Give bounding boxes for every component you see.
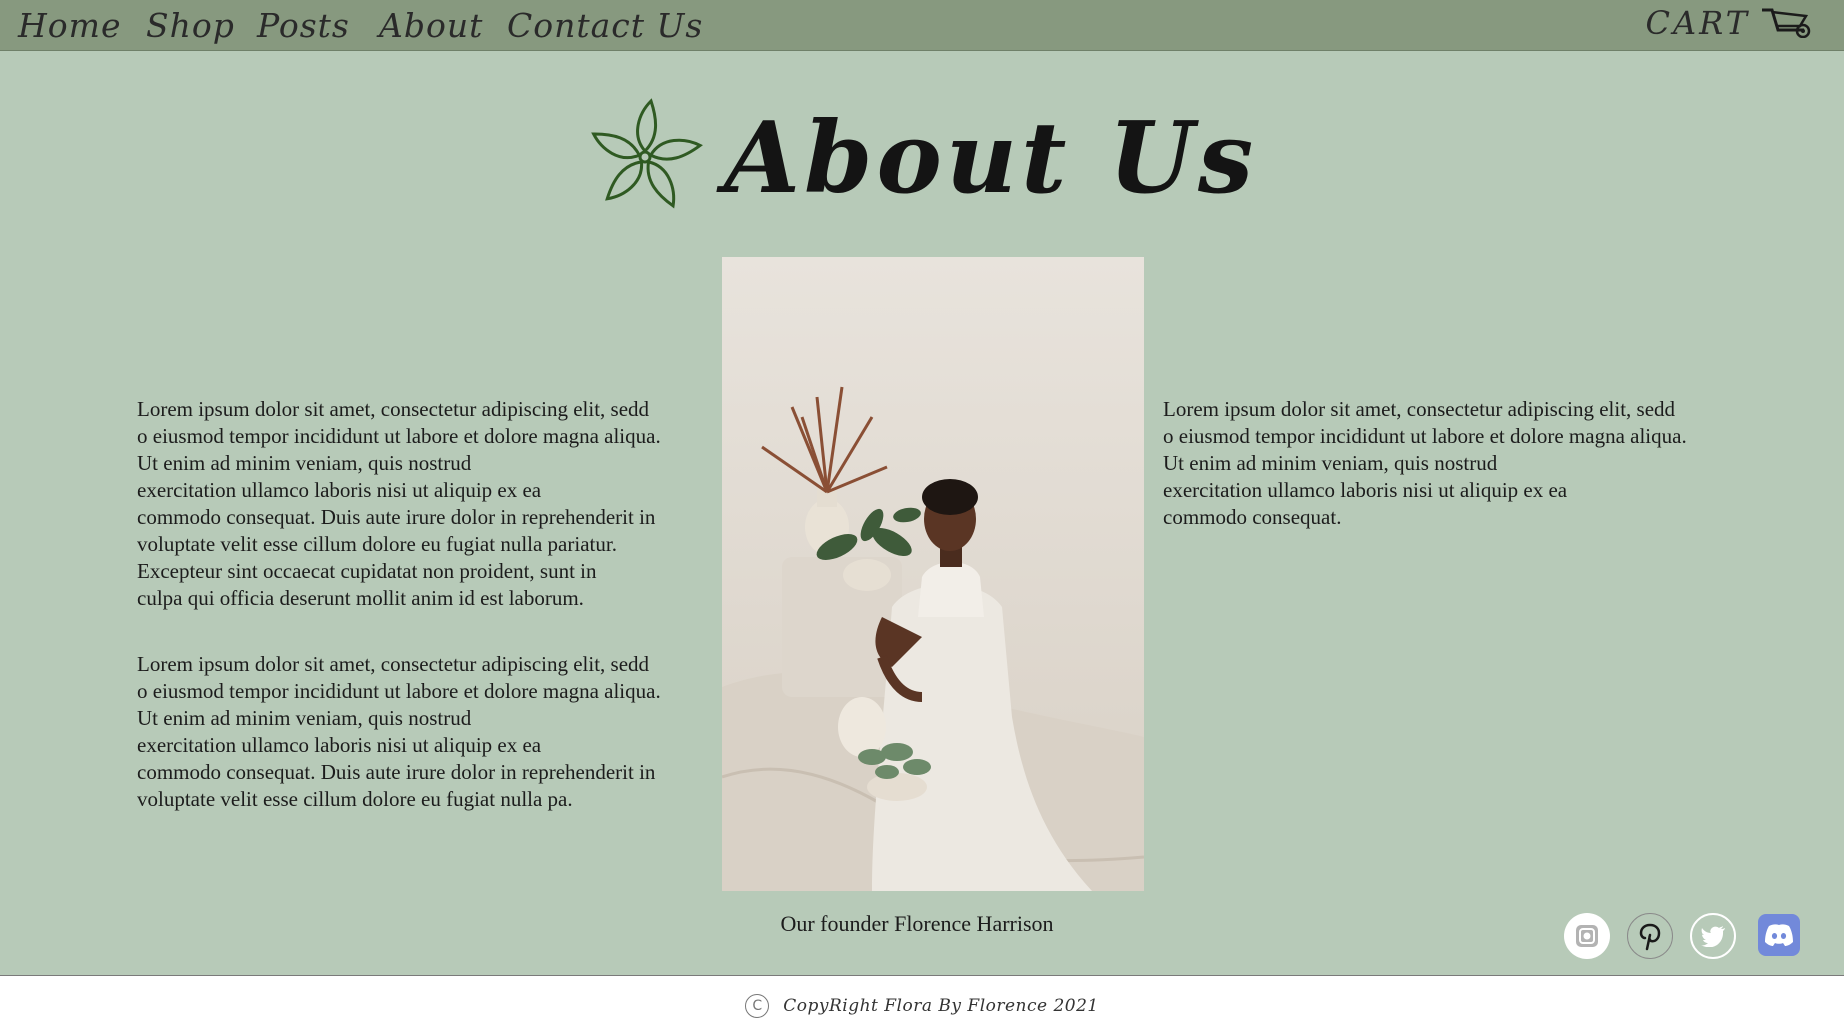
left-paragraph-2: Lorem ipsum dolor sit amet, consectetur … — [137, 652, 661, 811]
cart-label: CART — [1645, 4, 1750, 42]
twitter-icon[interactable] — [1690, 913, 1736, 959]
left-paragraph-1: Lorem ipsum dolor sit amet, consectetur … — [137, 397, 661, 610]
nav-about[interactable]: About — [379, 6, 483, 45]
flower-icon — [580, 98, 710, 220]
founder-photo — [722, 257, 1144, 891]
page-header: About Us — [580, 98, 1257, 220]
pinterest-icon[interactable] — [1627, 913, 1673, 959]
cart-icon — [1760, 4, 1812, 42]
discord-icon[interactable] — [1758, 914, 1800, 956]
top-navbar: Home Shop Posts About Contact Us CART — [0, 0, 1844, 51]
instagram-icon[interactable] — [1564, 913, 1610, 959]
copyright-icon: C — [745, 994, 770, 1018]
copyright-text: CopyRight Flora By Florence 2021 — [783, 996, 1099, 1016]
cart-button[interactable]: CART — [1646, 4, 1812, 42]
right-paragraph: Lorem ipsum dolor sit amet, consectetur … — [1163, 397, 1687, 529]
nav-shop[interactable]: Shop — [146, 6, 235, 45]
nav-posts[interactable]: Posts — [257, 6, 350, 45]
page-title: About Us — [724, 101, 1258, 216]
photo-caption: Our founder Florence Harrison — [780, 911, 1054, 936]
footer: C CopyRight Flora By Florence 2021 — [0, 975, 1844, 1036]
nav-contact-us[interactable]: Contact Us — [507, 6, 703, 45]
nav-home[interactable]: Home — [18, 6, 121, 45]
